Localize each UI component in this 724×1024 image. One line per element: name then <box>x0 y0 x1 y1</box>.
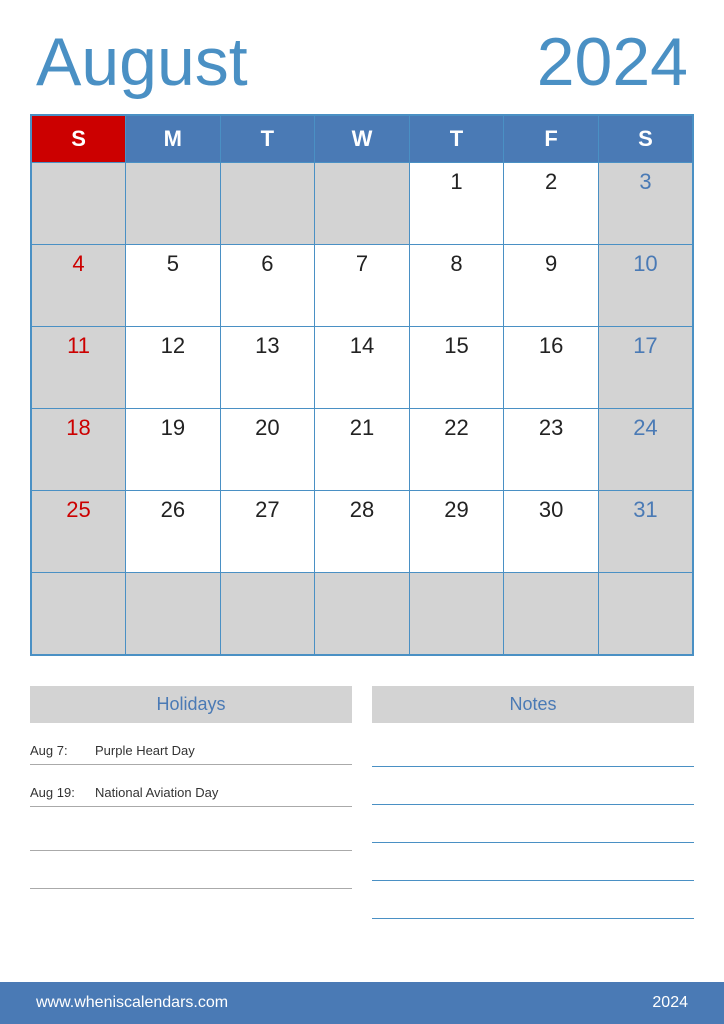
day-cell <box>315 573 410 655</box>
day-cell: 18 <box>31 409 126 491</box>
holidays-section: Holidays Aug 7: Purple Heart Day Aug 19:… <box>30 686 352 927</box>
header: August 2024 <box>0 0 724 114</box>
notes-section: Notes <box>372 686 694 927</box>
bottom-section: Holidays Aug 7: Purple Heart Day Aug 19:… <box>0 666 724 937</box>
day-cell: 1 <box>409 163 504 245</box>
day-cell: 25 <box>31 491 126 573</box>
note-line <box>372 775 694 805</box>
calendar-table: S M T W T F S 1 2 3 <box>30 114 694 656</box>
header-sunday: S <box>31 115 126 163</box>
day-cell <box>31 163 126 245</box>
day-cell: 13 <box>220 327 315 409</box>
footer-year: 2024 <box>652 994 688 1012</box>
day-cell: 5 <box>126 245 221 327</box>
holiday-spacer <box>30 807 352 821</box>
calendar-container: S M T W T F S 1 2 3 <box>0 114 724 656</box>
list-item: Aug 7: Purple Heart Day <box>30 737 352 765</box>
day-cell: 2 <box>504 163 599 245</box>
day-cell: 4 <box>31 245 126 327</box>
table-row <box>31 573 693 655</box>
day-cell <box>31 573 126 655</box>
note-line <box>372 889 694 919</box>
day-cell <box>504 573 599 655</box>
weekday-header-row: S M T W T F S <box>31 115 693 163</box>
note-line <box>372 737 694 767</box>
day-cell: 6 <box>220 245 315 327</box>
table-row: 11 12 13 14 15 16 17 <box>31 327 693 409</box>
day-cell: 14 <box>315 327 410 409</box>
footer-url: www.wheniscalendars.com <box>36 994 228 1012</box>
day-cell: 22 <box>409 409 504 491</box>
holiday-name: National Aviation Day <box>95 785 218 800</box>
day-cell <box>409 573 504 655</box>
day-cell: 21 <box>315 409 410 491</box>
empty-line <box>30 821 352 851</box>
day-cell: 27 <box>220 491 315 573</box>
day-cell: 23 <box>504 409 599 491</box>
day-cell: 15 <box>409 327 504 409</box>
notes-lines <box>372 737 694 919</box>
note-line <box>372 813 694 843</box>
table-row: 25 26 27 28 29 30 31 <box>31 491 693 573</box>
table-row: 4 5 6 7 8 9 10 <box>31 245 693 327</box>
table-row: 1 2 3 <box>31 163 693 245</box>
day-cell: 30 <box>504 491 599 573</box>
day-cell: 20 <box>220 409 315 491</box>
day-cell: 8 <box>409 245 504 327</box>
day-cell: 16 <box>504 327 599 409</box>
day-cell: 24 <box>598 409 693 491</box>
day-cell <box>220 573 315 655</box>
day-cell <box>315 163 410 245</box>
holiday-spacer <box>30 765 352 779</box>
header-wednesday: W <box>315 115 410 163</box>
holidays-title: Holidays <box>30 686 352 723</box>
day-cell <box>126 163 221 245</box>
notes-title: Notes <box>372 686 694 723</box>
day-cell: 19 <box>126 409 221 491</box>
holiday-name: Purple Heart Day <box>95 743 195 758</box>
table-row: 18 19 20 21 22 23 24 <box>31 409 693 491</box>
header-tuesday: T <box>220 115 315 163</box>
empty-line <box>30 859 352 889</box>
month-title: August <box>36 28 248 96</box>
day-cell <box>126 573 221 655</box>
footer: www.wheniscalendars.com 2024 <box>0 982 724 1024</box>
day-cell: 11 <box>31 327 126 409</box>
header-thursday: T <box>409 115 504 163</box>
note-line <box>372 851 694 881</box>
day-cell: 29 <box>409 491 504 573</box>
year-title: 2024 <box>537 28 688 96</box>
day-cell: 3 <box>598 163 693 245</box>
holidays-list: Aug 7: Purple Heart Day Aug 19: National… <box>30 737 352 889</box>
day-cell: 9 <box>504 245 599 327</box>
day-cell: 17 <box>598 327 693 409</box>
header-monday: M <box>126 115 221 163</box>
header-friday: F <box>504 115 599 163</box>
holiday-date: Aug 19: <box>30 785 85 800</box>
day-cell <box>598 573 693 655</box>
day-cell: 26 <box>126 491 221 573</box>
day-cell: 31 <box>598 491 693 573</box>
day-cell: 12 <box>126 327 221 409</box>
header-saturday: S <box>598 115 693 163</box>
day-cell: 10 <box>598 245 693 327</box>
day-cell <box>220 163 315 245</box>
day-cell: 28 <box>315 491 410 573</box>
holiday-date: Aug 7: <box>30 743 85 758</box>
day-cell: 7 <box>315 245 410 327</box>
list-item: Aug 19: National Aviation Day <box>30 779 352 807</box>
calendar-page: August 2024 S M T W T F S <box>0 0 724 1024</box>
